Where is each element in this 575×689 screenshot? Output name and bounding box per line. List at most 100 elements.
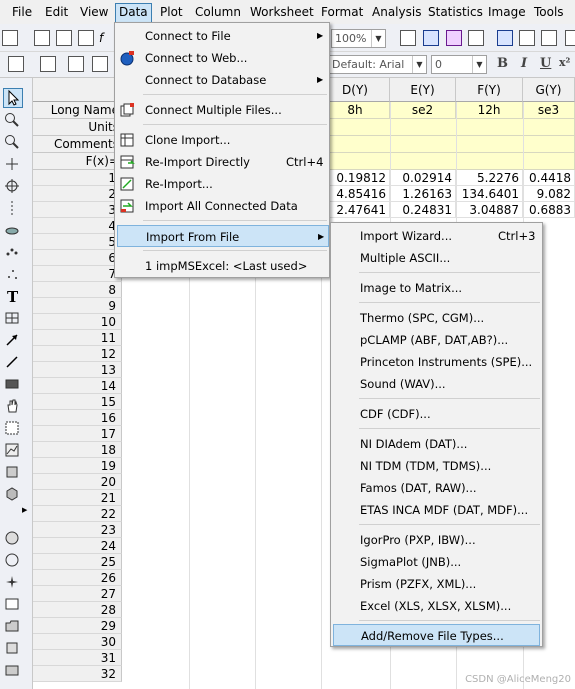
- row-number[interactable]: 5: [33, 234, 122, 250]
- new-workbook-icon[interactable]: [34, 30, 50, 46]
- table-cell[interactable]: 5.2276: [456, 170, 523, 186]
- menu-item-igorpro[interactable]: IgorPro (PXP, IBW)...: [331, 529, 542, 551]
- circle-tool-icon[interactable]: [4, 552, 20, 568]
- panel-expand-icon[interactable]: ▶: [22, 506, 27, 514]
- row-number[interactable]: 11: [33, 330, 122, 346]
- menu-format[interactable]: Format: [317, 3, 367, 21]
- row-number[interactable]: 28: [33, 602, 122, 618]
- row-number[interactable]: 19: [33, 458, 122, 474]
- menu-worksheet[interactable]: Worksheet: [246, 3, 318, 21]
- row-number[interactable]: 8: [33, 282, 122, 298]
- row-number[interactable]: 24: [33, 538, 122, 554]
- rectangle-tool-icon[interactable]: [4, 376, 20, 392]
- menu-item-famos[interactable]: Famos (DAT, RAW)...: [331, 477, 542, 499]
- row-number[interactable]: 12: [33, 346, 122, 362]
- row-number[interactable]: 15: [33, 394, 122, 410]
- add-new-columns-icon[interactable]: [40, 56, 56, 72]
- row-number[interactable]: 21: [33, 490, 122, 506]
- mask-points-icon[interactable]: [4, 222, 20, 238]
- add-column-icon[interactable]: [8, 56, 24, 72]
- underline-button[interactable]: U: [540, 56, 551, 71]
- menu-statistics[interactable]: Statistics: [424, 3, 487, 21]
- menu-item-excel[interactable]: Excel (XLS, XLSX, XLSM)...: [331, 595, 542, 617]
- menu-item-ni-tdm[interactable]: NI TDM (TDM, TDMS)...: [331, 455, 542, 477]
- menu-item-connect-to-file[interactable]: Connect to File ▶: [115, 25, 329, 47]
- menu-image[interactable]: Image: [484, 3, 530, 21]
- long-name-cell-d[interactable]: 8h: [321, 102, 390, 119]
- table-cell[interactable]: 0.4418: [523, 170, 575, 186]
- sheet-corner[interactable]: [33, 78, 123, 102]
- menu-item-etas-inca-mdf[interactable]: ETAS INCA MDF (DAT, MDF)...: [331, 499, 542, 521]
- zoom-out-icon[interactable]: [4, 134, 20, 150]
- menu-item-pclamp[interactable]: pCLAMP (ABF, DAT,AB?)...: [331, 329, 542, 351]
- font-select[interactable]: Default: Arial ▼: [328, 55, 427, 74]
- formula-row[interactable]: [321, 153, 575, 170]
- table-cell[interactable]: 0.02914: [390, 170, 456, 186]
- annotation-icon[interactable]: [4, 596, 20, 612]
- row-number[interactable]: 1: [33, 170, 122, 186]
- menu-file[interactable]: File: [8, 3, 36, 21]
- row-number[interactable]: 2: [33, 186, 122, 202]
- row-number[interactable]: 29: [33, 618, 122, 634]
- menu-item-princeton-instruments[interactable]: Princeton Instruments (SPE)...: [331, 351, 542, 373]
- row-number[interactable]: 3: [33, 202, 122, 218]
- row-number[interactable]: 14: [33, 378, 122, 394]
- row-number[interactable]: 32: [33, 666, 122, 682]
- row-number[interactable]: 22: [33, 506, 122, 522]
- long-name-cell-e[interactable]: se2: [390, 102, 456, 119]
- layers-icon[interactable]: [4, 640, 20, 656]
- column-header-g[interactable]: G(Y): [523, 78, 575, 102]
- row-number[interactable]: 6: [33, 250, 122, 266]
- function-icon[interactable]: f: [99, 30, 115, 46]
- row-number[interactable]: 17: [33, 426, 122, 442]
- table-tool-icon[interactable]: [4, 310, 20, 326]
- menu-view[interactable]: View: [76, 3, 112, 21]
- export-graph-icon[interactable]: [423, 30, 439, 46]
- menu-item-clone-import[interactable]: Clone Import...: [115, 129, 329, 151]
- data-reader-icon[interactable]: [4, 178, 20, 194]
- cube-icon[interactable]: [4, 486, 20, 502]
- row-number[interactable]: 26: [33, 570, 122, 586]
- zoom-in-icon[interactable]: [4, 112, 20, 128]
- print-icon[interactable]: [400, 30, 416, 46]
- pointer-icon[interactable]: [3, 88, 23, 108]
- layout-page-icon[interactable]: [446, 30, 462, 46]
- long-name-cell-f[interactable]: 12h: [456, 102, 523, 119]
- row-number[interactable]: 20: [33, 474, 122, 490]
- menu-item-reimport-directly[interactable]: Re-Import Directly Ctrl+4: [115, 151, 329, 173]
- menu-item-connect-to-web[interactable]: Connect to Web...: [115, 47, 329, 69]
- export-icon[interactable]: [4, 662, 20, 678]
- scatter-points-icon[interactable]: [4, 266, 20, 282]
- data-selector-icon[interactable]: [4, 200, 20, 216]
- table-cell[interactable]: 3.04887: [456, 202, 523, 218]
- menu-plot[interactable]: Plot: [156, 3, 187, 21]
- draw-data-icon[interactable]: [4, 244, 20, 260]
- superscript-button[interactable]: x²: [559, 56, 570, 69]
- row-number[interactable]: 9: [33, 298, 122, 314]
- row-number[interactable]: 23: [33, 522, 122, 538]
- table-cell[interactable]: 0.24831: [390, 202, 456, 218]
- pan-hand-icon[interactable]: [4, 398, 20, 414]
- text-tool-icon[interactable]: T: [4, 288, 20, 304]
- menu-data[interactable]: Data: [115, 3, 152, 23]
- rotate-3d-icon[interactable]: [4, 464, 20, 480]
- menu-item-sigmaplot[interactable]: SigmaPlot (JNB)...: [331, 551, 542, 573]
- region-of-interest-icon[interactable]: [4, 420, 20, 436]
- table-cell[interactable]: 0.6883: [523, 202, 575, 218]
- new-project-icon[interactable]: [2, 30, 18, 46]
- font-size-select[interactable]: 0 ▼: [431, 55, 487, 74]
- line-tool-icon[interactable]: [4, 354, 20, 370]
- row-number[interactable]: 31: [33, 650, 122, 666]
- table-cell[interactable]: 0.19812: [321, 170, 390, 186]
- table-cell[interactable]: 1.26163: [390, 186, 456, 202]
- menu-item-connect-multiple-files[interactable]: Connect Multiple Files...: [115, 99, 329, 121]
- menu-item-reimport[interactable]: Re-Import...: [115, 173, 329, 195]
- menu-tools[interactable]: Tools: [530, 3, 568, 21]
- row-number[interactable]: 4: [33, 218, 122, 234]
- menu-item-multiple-ascii[interactable]: Multiple ASCII...: [331, 247, 542, 269]
- row-number[interactable]: 30: [33, 634, 122, 650]
- menu-item-connect-to-database[interactable]: Connect to Database ▶: [115, 69, 329, 91]
- menu-item-cdf[interactable]: CDF (CDF)...: [331, 403, 542, 425]
- menu-item-sound[interactable]: Sound (WAV)...: [331, 373, 542, 395]
- menu-item-prism[interactable]: Prism (PZFX, XML)...: [331, 573, 542, 595]
